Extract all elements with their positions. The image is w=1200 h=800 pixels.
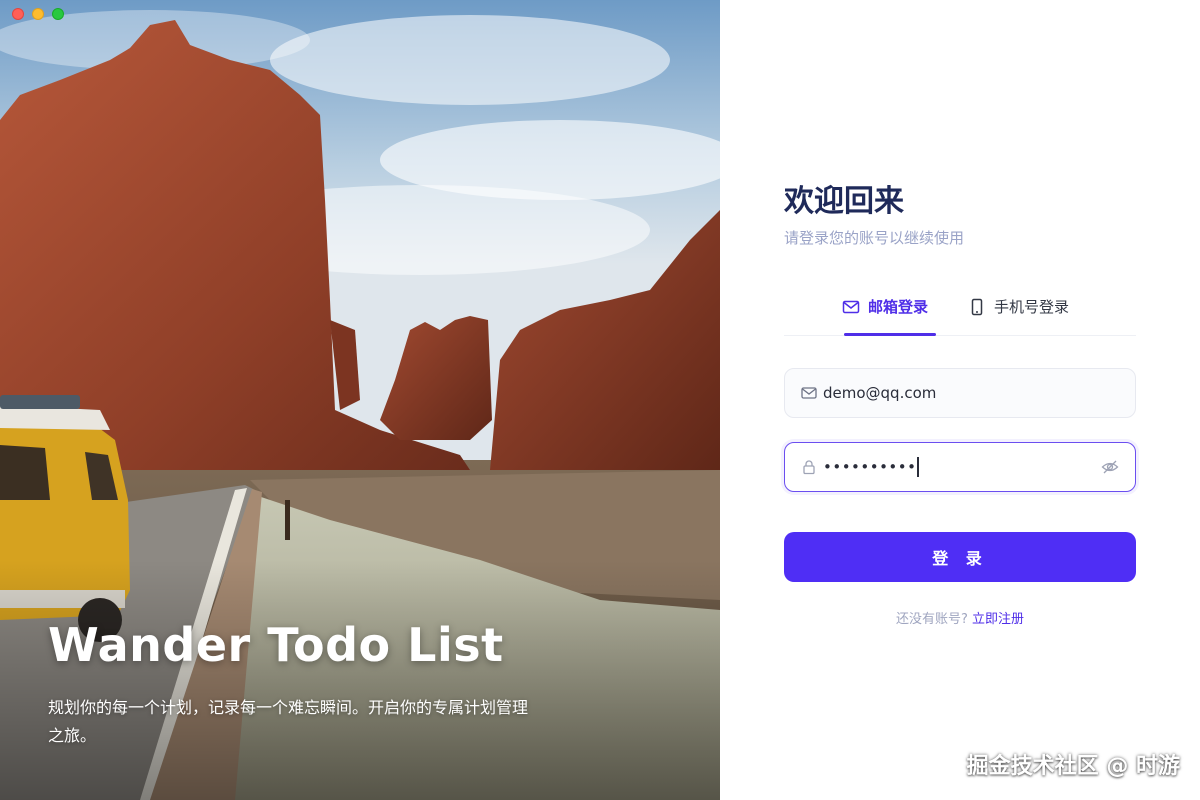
- email-field[interactable]: [784, 368, 1136, 418]
- landscape-illustration: [0, 0, 720, 800]
- welcome-heading: 欢迎回来: [784, 184, 904, 219]
- login-button[interactable]: 登 录: [784, 532, 1136, 582]
- mail-icon: [842, 300, 860, 314]
- login-panel: 欢迎回来 请登录您的账号以继续使用 邮箱登录 手机号登录 demo@qq.com…: [720, 0, 1200, 800]
- text-cursor: [917, 457, 919, 477]
- signup-hint: 还没有账号?: [895, 612, 973, 627]
- maximize-window-button[interactable]: [52, 8, 64, 20]
- app-title: Wander Todo List: [48, 618, 504, 672]
- password-input[interactable]: ••••••••••: [823, 458, 916, 476]
- tab-phone-login[interactable]: 手机号登录: [968, 296, 1069, 336]
- minimize-window-button[interactable]: [32, 8, 44, 20]
- eye-off-icon[interactable]: [1101, 459, 1119, 475]
- signup-prompt: 还没有账号? 立即注册: [784, 608, 1136, 627]
- active-tab-indicator: [844, 333, 936, 336]
- tab-phone-label: 手机号登录: [994, 298, 1070, 316]
- app-description: 规划你的每一个计划，记录每一个难忘瞬间。开启你的专属计划管理之旅。: [48, 698, 529, 745]
- tab-email-label: 邮箱登录: [868, 298, 929, 316]
- signup-link[interactable]: 立即注册: [972, 612, 1024, 627]
- email-input[interactable]: [823, 384, 1093, 402]
- watermark: 掘金技术社区 @ 时游: [966, 754, 1180, 779]
- password-field[interactable]: ••••••••••: [784, 442, 1136, 492]
- login-method-tabs: 邮箱登录 手机号登录: [784, 296, 1136, 336]
- close-window-button[interactable]: [12, 8, 24, 20]
- hero-image-panel: Wander Todo List 规划你的每一个计划，记录每一个难忘瞬间。开启你…: [0, 0, 720, 800]
- tab-email-login[interactable]: 邮箱登录: [842, 296, 928, 336]
- lock-icon: [803, 460, 815, 475]
- mail-icon: [801, 387, 817, 399]
- phone-icon: [971, 298, 983, 316]
- welcome-subtitle: 请登录您的账号以继续使用: [784, 229, 965, 247]
- window-controls: [12, 8, 64, 20]
